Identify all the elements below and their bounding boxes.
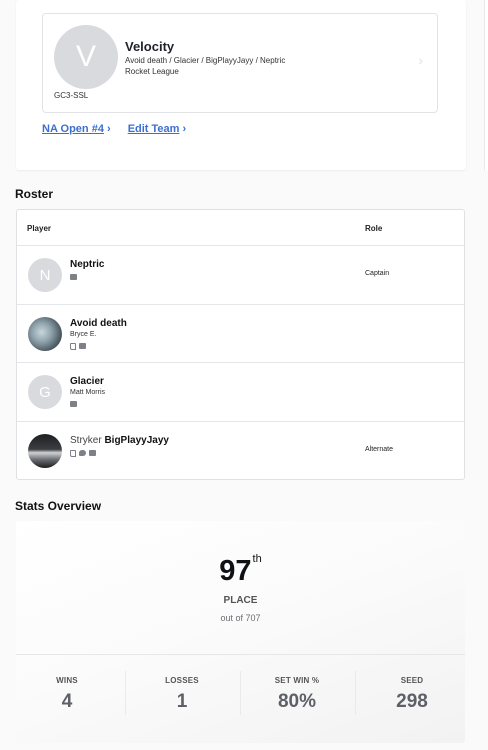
edit-team-link[interactable]: Edit Team	[128, 123, 180, 135]
stat-label: LOSSES	[165, 676, 199, 685]
stat-value: 4	[61, 691, 73, 712]
edit-team-link-label: Edit Team	[127, 123, 180, 135]
avatar	[28, 316, 62, 351]
tournament-link[interactable]: NA Open #4	[42, 123, 104, 135]
divider	[16, 654, 465, 655]
table-row[interactable]: N Neptric Captain	[17, 246, 464, 305]
table-row[interactable]: G Glacier Matt Morris	[17, 363, 464, 422]
twitter-icon[interactable]	[79, 449, 86, 456]
stat-losses: LOSSES 1	[126, 676, 238, 713]
avatar	[28, 433, 62, 468]
place-suffix: th	[252, 553, 262, 565]
player-name-text: Glacier	[70, 376, 104, 387]
player-real-name: Matt Morris	[70, 389, 105, 396]
player-name-text: Avoid death	[70, 317, 127, 329]
roster-table: Player Role N Neptric Captain Avoid deat…	[16, 209, 465, 480]
place-number: 97	[219, 555, 252, 587]
stat-value: 80%	[277, 691, 317, 712]
player-name-text: Neptric	[70, 259, 105, 270]
stat-seed: SEED 298	[356, 676, 465, 713]
stat-value: 1	[176, 691, 188, 712]
stats-card: 97th PLACE out of 707 WINS 4 LOSSES 1 SE…	[16, 521, 465, 743]
team-tag: GC3-SSL	[54, 91, 89, 100]
stats-title: Stats Overview	[15, 499, 102, 513]
column-header-player: Player	[27, 224, 52, 233]
player-name[interactable]: Stryker BigPlayyJayy	[70, 435, 169, 446]
stat-set-win: SET WIN % 80%	[241, 676, 353, 713]
team-links: NA Open #4 › Edit Team ›	[42, 123, 186, 135]
twitch-icon[interactable]	[70, 449, 76, 457]
team-panel: V GC3-SSL Velocity Avoid death / Glacier…	[16, 0, 466, 170]
roster-title: Roster	[15, 187, 54, 201]
page: V GC3-SSL Velocity Avoid death / Glacier…	[0, 0, 488, 750]
discord-icon[interactable]	[70, 274, 77, 280]
player-name[interactable]: Neptric	[70, 259, 104, 270]
stat-wins: WINS 4	[16, 676, 123, 713]
social-icons	[70, 401, 77, 407]
tournament-link-label: NA Open #4	[42, 123, 104, 135]
stat-label: WINS	[56, 676, 78, 685]
discord-icon[interactable]	[89, 449, 96, 456]
player-real-name: Bryce E.	[70, 330, 97, 338]
social-icons	[70, 274, 77, 280]
side-panel-edge	[484, 0, 488, 170]
chevron-right-icon: ›	[182, 123, 187, 135]
team-members: Avoid death / Glacier / BigPlayyJayy / N…	[125, 56, 286, 65]
stat-label: SET WIN %	[274, 676, 320, 685]
chevron-right-icon: ›	[418, 52, 423, 68]
table-row[interactable]: Avoid death Bryce E.	[17, 305, 464, 363]
roster-header: Player Role	[17, 210, 464, 246]
player-name-text: BigPlayyJayy	[104, 434, 169, 446]
team-card[interactable]: V GC3-SSL Velocity Avoid death / Glacier…	[42, 13, 438, 113]
avatar: N	[28, 258, 62, 292]
player-role: Alternate	[365, 445, 394, 453]
team-avatar: V	[54, 25, 118, 89]
team-name: Velocity	[125, 39, 175, 54]
player-name[interactable]: Glacier	[70, 376, 104, 387]
team-game: Rocket League	[125, 67, 179, 76]
discord-icon[interactable]	[70, 401, 77, 407]
column-header-role: Role	[365, 224, 383, 233]
player-role: Captain	[365, 270, 390, 277]
player-team-prefix: Stryker	[70, 434, 102, 446]
social-icons	[70, 449, 96, 457]
table-row[interactable]: Stryker BigPlayyJayy Alternate	[17, 422, 464, 481]
player-name[interactable]: Avoid death	[70, 318, 127, 329]
avatar: G	[28, 375, 62, 409]
twitch-icon[interactable]	[70, 342, 76, 350]
chevron-right-icon: ›	[106, 123, 111, 135]
social-icons	[70, 342, 86, 350]
stat-value: 298	[396, 691, 428, 712]
discord-icon[interactable]	[79, 342, 86, 349]
place-subtext: out of 707	[220, 613, 261, 623]
stat-label: SEED	[400, 676, 424, 685]
place-label: PLACE	[223, 595, 258, 606]
place-value: 97th	[16, 553, 465, 588]
